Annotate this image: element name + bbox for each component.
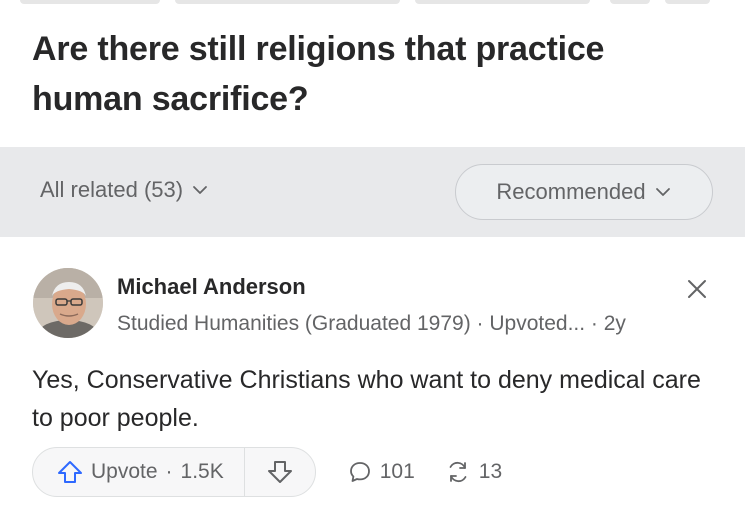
upvote-button[interactable]: Upvote · 1.5K [33,448,245,496]
share-count: 13 [478,460,503,483]
upvote-count: 1.5K [180,460,224,483]
author-credential: Studied Humanities (Graduated 1979) · Up… [117,312,626,335]
upvote-label: Upvote [91,460,158,483]
upvote-arrow-icon [58,461,82,483]
downvote-button[interactable] [245,448,315,496]
share-icon [449,461,467,483]
close-button[interactable] [683,275,711,303]
comment-bubble-icon [349,462,370,482]
top-strip-segment [665,0,710,4]
answer-text: Yes, Conservative Christians who want to… [32,366,701,432]
filter-bar: All related (53) Recommended [0,147,745,237]
top-strip-segment [610,0,650,4]
top-strip-segment [415,0,590,4]
downvote-arrow-icon [267,461,292,483]
avatar[interactable] [33,268,103,338]
comment-count: 101 [379,460,415,483]
author-photo [33,268,103,338]
chevron-down-icon [193,186,207,194]
top-strip-segment [175,0,400,4]
share-button[interactable]: 13 [445,460,502,484]
answer-card: Michael Anderson Studied Humanities (Gra… [0,237,745,508]
chevron-down-icon [655,188,670,196]
all-related-dropdown[interactable]: All related (53) [40,177,209,203]
action-bar: Upvote · 1.5K 101 13 [32,447,502,497]
vote-pill: Upvote · 1.5K [32,447,316,497]
upvote-separator: · [165,460,173,483]
close-icon [688,280,706,298]
top-strip [0,0,745,6]
all-related-label: All related (53) [40,177,184,202]
question-title[interactable]: Are there still religions that practice … [32,24,722,124]
top-strip-segment [20,0,160,4]
sort-label: Recommended [496,179,646,204]
sort-dropdown[interactable]: Recommended [455,164,713,220]
author-name[interactable]: Michael Anderson [117,274,306,300]
comments-button[interactable]: 101 [348,460,415,484]
